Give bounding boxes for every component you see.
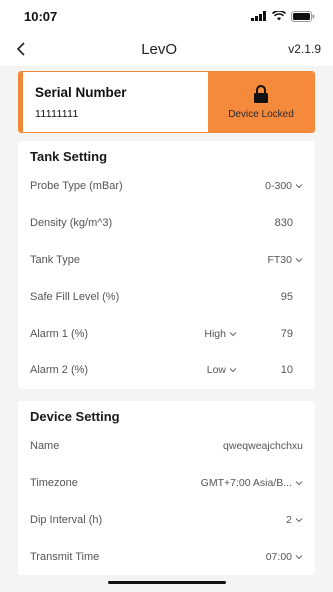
chevron-down-icon — [229, 368, 237, 373]
wifi-icon — [272, 11, 286, 21]
chevron-left-icon[interactable] — [12, 40, 30, 58]
lock-icon — [254, 85, 268, 103]
safe-fill-value[interactable]: 95 — [263, 291, 303, 303]
status-icons — [251, 10, 315, 22]
timezone-select[interactable]: GMT+7:00 Asia/B... — [201, 477, 303, 489]
row-label: Alarm 2 (%) — [30, 364, 89, 377]
home-indicator — [108, 581, 226, 584]
row-label: Timezone — [30, 476, 78, 489]
tank-setting-card: Tank Setting Probe Type (mBar) 0-300 Den… — [18, 141, 315, 389]
probe-type-value: 0-300 — [265, 180, 292, 193]
row-label: Dip Interval (h) — [30, 513, 103, 526]
probe-type-row[interactable]: Probe Type (mBar) 0-300 — [18, 168, 315, 205]
chevron-down-icon — [229, 331, 237, 336]
serial-info: Serial Number 11111111 — [19, 72, 208, 132]
chevron-down-icon — [295, 184, 303, 189]
alarm-1-value[interactable]: 79 — [263, 328, 303, 340]
transmit-time-value: 07:00 — [265, 550, 292, 563]
page-title: LevO — [141, 40, 178, 58]
settings-content: Serial Number 11111111 Device Locked Tan… — [0, 66, 333, 575]
probe-type-select[interactable]: 0-300 — [265, 180, 303, 192]
safe-fill-row[interactable]: Safe Fill Level (%) 95 — [18, 278, 315, 315]
status-bar: 10:07 — [0, 0, 333, 32]
alarm-2-level: Low — [206, 364, 226, 377]
name-row[interactable]: Name qweqweajchchxu — [18, 428, 315, 465]
density-value[interactable]: 830 — [263, 217, 303, 229]
row-label: Safe Fill Level (%) — [30, 290, 120, 303]
row-label: Probe Type (mBar) — [30, 180, 123, 193]
timezone-value: GMT+7:00 Asia/B... — [200, 476, 292, 489]
tank-type-select[interactable]: FT30 — [267, 254, 303, 266]
chevron-down-icon — [295, 554, 303, 559]
transmit-time-row[interactable]: Transmit Time 07:00 — [18, 538, 315, 575]
tank-type-row[interactable]: Tank Type FT30 — [18, 242, 315, 279]
alarm-1-level-select[interactable]: High — [204, 328, 237, 340]
dip-interval-value: 2 — [286, 513, 292, 526]
tank-setting-title: Tank Setting — [30, 149, 108, 164]
status-time: 10:07 — [24, 8, 58, 24]
device-setting-title: Device Setting — [30, 408, 120, 424]
chevron-down-icon — [295, 517, 303, 522]
device-name-input[interactable]: qweqweajchchxu — [223, 440, 303, 452]
alarm-1-row[interactable]: Alarm 1 (%) High 79 — [18, 315, 315, 352]
alarm-2-row[interactable]: Alarm 2 (%) Low 10 — [18, 352, 315, 389]
alarm-1-level: High — [204, 327, 226, 340]
row-label: Alarm 1 (%) — [30, 327, 89, 340]
signal-icon — [251, 11, 266, 21]
serial-value: 11111111 — [35, 107, 79, 120]
nav-bar: LevO v2.1.9 — [0, 32, 333, 66]
density-row[interactable]: Density (kg/m^3) 830 — [18, 205, 315, 242]
device-setting-card: Device Setting Name qweqweajchchxu Timez… — [18, 400, 315, 575]
dip-interval-row[interactable]: Dip Interval (h) 2 — [18, 501, 315, 538]
device-lock-button[interactable]: Device Locked — [208, 72, 314, 132]
alarm-2-value[interactable]: 10 — [263, 364, 303, 376]
timezone-row[interactable]: Timezone GMT+7:00 Asia/B... — [18, 465, 315, 502]
app-version: v2.1.9 — [288, 42, 321, 56]
lock-label: Device Locked — [228, 109, 294, 120]
row-label: Name — [30, 440, 60, 453]
dip-interval-select[interactable]: 2 — [286, 514, 303, 526]
transmit-time-select[interactable]: 07:00 — [266, 551, 303, 563]
alarm-2-level-select[interactable]: Low — [207, 364, 237, 376]
serial-card: Serial Number 11111111 Device Locked — [18, 71, 315, 133]
row-label: Tank Type — [30, 253, 80, 266]
battery-icon — [291, 10, 315, 22]
serial-title: Serial Number — [35, 84, 127, 100]
tank-type-value: FT30 — [267, 253, 292, 266]
chevron-down-icon — [295, 258, 303, 263]
row-label: Transmit Time — [30, 550, 100, 563]
chevron-down-icon — [295, 481, 303, 486]
row-label: Density (kg/m^3) — [30, 217, 113, 230]
